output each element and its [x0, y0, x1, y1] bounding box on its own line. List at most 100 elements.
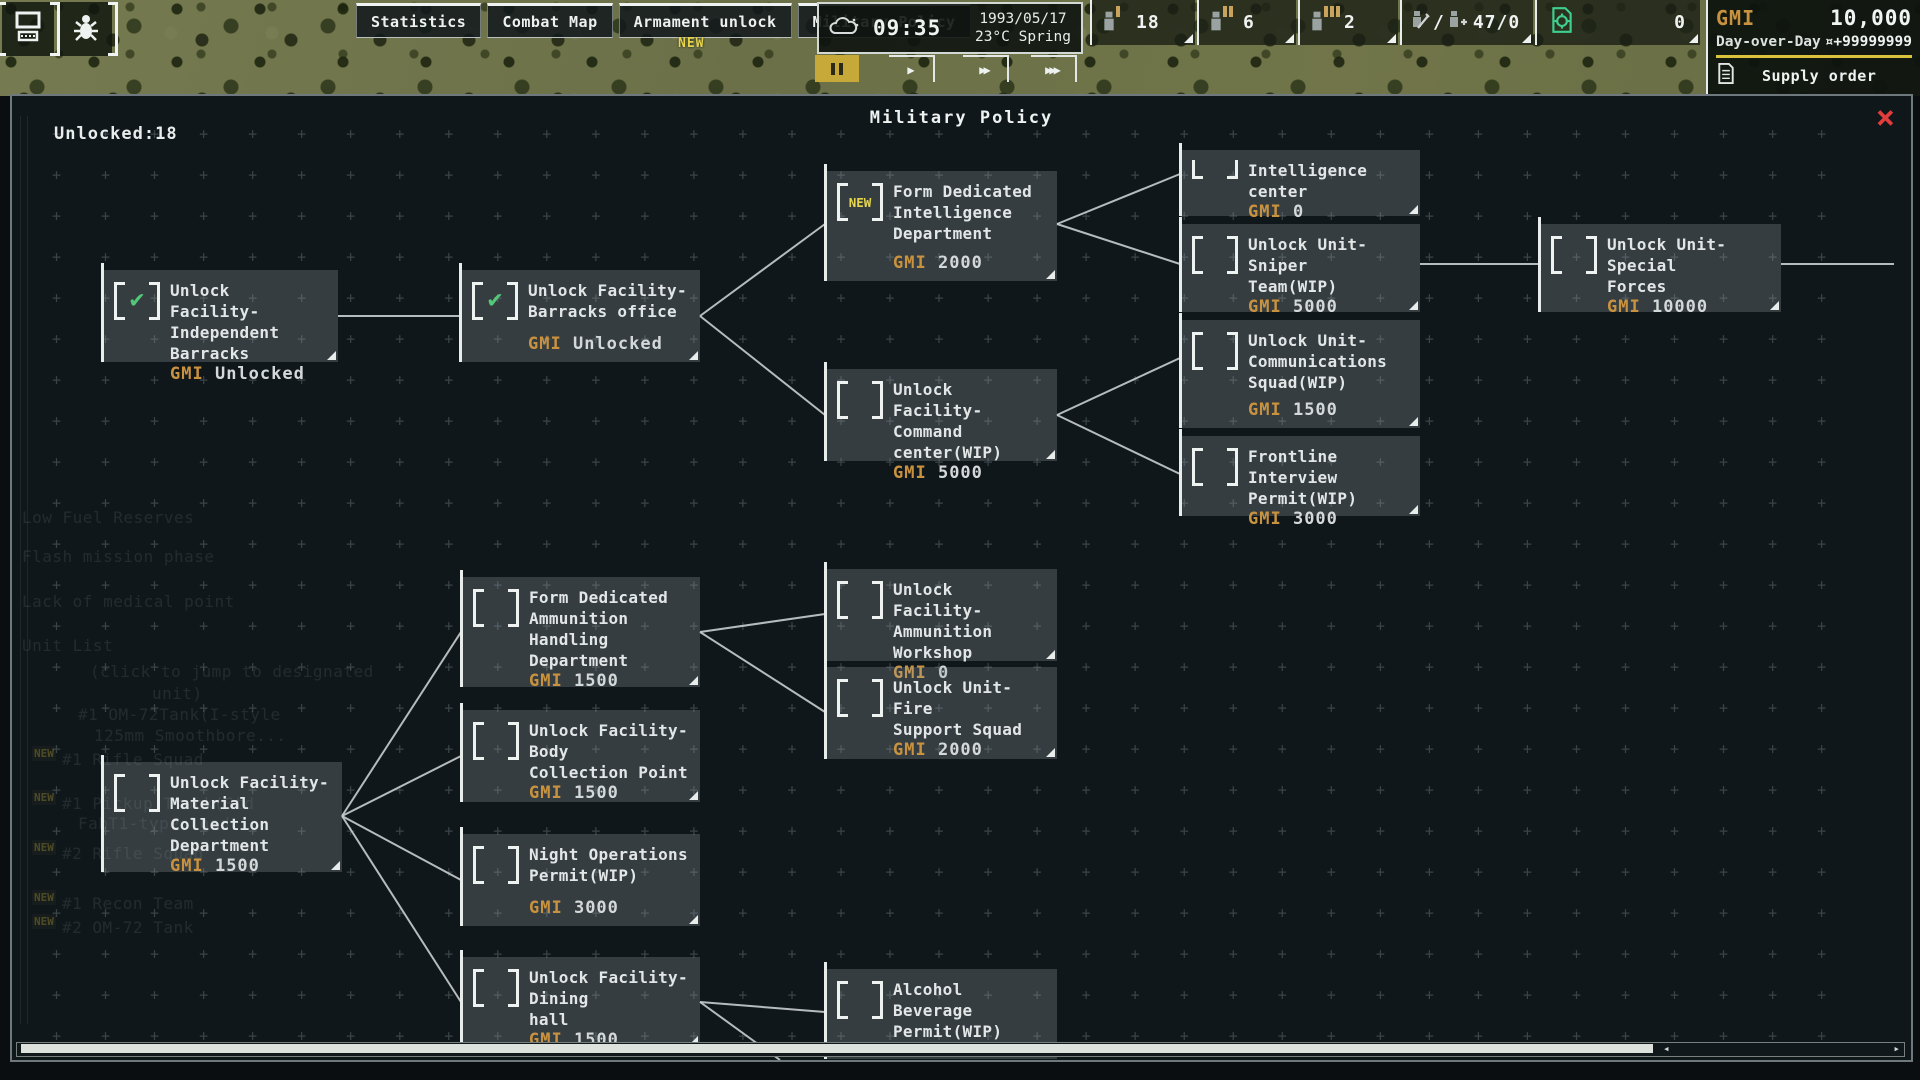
policy-node-independent-barracks[interactable]: ✔Unlock Facility- Independent BarracksGM…: [102, 270, 338, 362]
node-title: Form Dedicated Intelligence Department: [893, 181, 1047, 244]
scrollbar-thumb[interactable]: [21, 1044, 1653, 1053]
soldier-tier3-icon: [1310, 10, 1336, 36]
rifle-soldier-icon: [1410, 8, 1430, 37]
tab-statistics[interactable]: Statistics: [356, 3, 481, 38]
counter-weapons-ratio[interactable]: / 47/0: [1400, 0, 1533, 45]
node-title: Unlock Unit-Sniper Team(WIP): [1248, 234, 1410, 297]
policy-node-intelligence-center[interactable]: Intelligence centerGMI 0: [1180, 150, 1420, 216]
node-title: Unlock Unit-Special Forces: [1607, 234, 1771, 297]
node-cost: GMI 1500: [529, 783, 690, 803]
cost-value: 3000: [1282, 509, 1338, 529]
fastest-forward-button[interactable]: ▶▶▶: [1031, 55, 1077, 82]
ghost-text: Lack of medical point: [22, 592, 235, 611]
ghost-new-chip: NEW: [32, 914, 56, 929]
horizontal-scrollbar[interactable]: ◂ ▸: [16, 1042, 1905, 1057]
policy-node-communications-squad[interactable]: Unlock Unit- Communications Squad(WIP)GM…: [1180, 320, 1420, 428]
debug-bug-button[interactable]: [60, 2, 112, 56]
ghost-sidebar-line: [20, 116, 28, 1024]
cost-value: 3000: [563, 898, 619, 918]
policy-node-command-center[interactable]: Unlock Facility- Command center(WIP)GMI …: [825, 369, 1057, 461]
tab-armament-unlock[interactable]: Armament unlock: [619, 3, 792, 38]
node-title: Unlock Facility-Dining hall: [529, 967, 690, 1030]
node-checkbox: [1192, 160, 1238, 178]
computer-icon: [12, 10, 44, 48]
soldier-tier1-icon: [1102, 10, 1128, 36]
cost-label: GMI: [1248, 297, 1282, 317]
tab-combat-map[interactable]: Combat Map: [487, 3, 612, 38]
new-badge: NEW: [678, 36, 704, 51]
counter-tier2-personnel[interactable]: 6: [1197, 0, 1296, 45]
node-checkbox: [1192, 448, 1238, 486]
node-checkbox: NEW: [837, 183, 883, 221]
cost-value: 1500: [563, 783, 619, 803]
resize-corner: [331, 861, 340, 870]
bug-icon: [71, 10, 101, 48]
node-title: Unlock Unit-Fire Support Squad: [893, 677, 1047, 740]
cost-value: 5000: [1282, 297, 1338, 317]
close-button[interactable]: ×: [1876, 102, 1895, 132]
policy-node-body-collection-point[interactable]: Unlock Facility-Body Collection PointGMI…: [461, 710, 700, 802]
gmi-resource-panel: GMI 10,000 Day-over-Day ¤+99999999 Suppl…: [1706, 0, 1920, 96]
node-cost: GMI Unlocked: [170, 364, 328, 384]
cost-value: 10000: [1641, 297, 1708, 317]
scroll-left-arrow[interactable]: ◂: [1663, 1042, 1670, 1056]
node-title: Unlock Facility- Material Collection Dep…: [170, 772, 332, 856]
resize-corner: [1409, 417, 1418, 426]
policy-node-ammunition-workshop[interactable]: Unlock Facility- Ammunition WorkshopGMI …: [825, 569, 1057, 661]
cost-label: GMI: [1248, 509, 1282, 529]
ghost-text: #1 OM-72Tank(I-style: [78, 705, 281, 724]
resize-corner: [1046, 270, 1055, 279]
node-checkbox: [1192, 332, 1238, 370]
play-button[interactable]: ▶: [889, 55, 935, 82]
node-title: Intelligence center: [1248, 160, 1410, 202]
cost-label: GMI: [528, 334, 562, 354]
ghost-new-chip: NEW: [32, 746, 56, 761]
check-icon: ✔: [125, 289, 149, 309]
node-title: Alcohol Beverage Permit(WIP): [893, 979, 1047, 1042]
counter-tier1-personnel[interactable]: 18: [1090, 0, 1195, 45]
resize-corner: [1409, 301, 1418, 310]
counter-value: 18: [1136, 12, 1160, 33]
supply-order-button[interactable]: Supply order: [1716, 62, 1912, 89]
panel-title: Military Policy: [12, 108, 1911, 128]
ghost-text: (click to jump to designated: [90, 662, 374, 681]
clock-time: 09:35: [873, 16, 941, 40]
day-over-day-value: ¤+99999999: [1825, 34, 1912, 50]
base-computer-button[interactable]: [2, 2, 54, 56]
policy-node-barracks-office[interactable]: ✔Unlock Facility- Barracks officeGMI Unl…: [460, 270, 700, 362]
policy-node-fire-support-squad[interactable]: Unlock Unit-Fire Support SquadGMI 2000: [825, 667, 1057, 759]
node-checkbox: [114, 774, 160, 812]
speed-controls: ▶ ▶▶ ▶▶▶: [815, 55, 1077, 82]
cost-label: GMI: [893, 253, 927, 273]
policy-node-sniper-team[interactable]: Unlock Unit-Sniper Team(WIP)GMI 5000: [1180, 224, 1420, 312]
pause-button[interactable]: [815, 55, 859, 82]
fastest-forward-icon: ▶▶▶: [1045, 63, 1061, 77]
policy-node-dining-hall[interactable]: Unlock Facility-Dining hallGMI 1500: [461, 957, 700, 1047]
cost-value: 1500: [563, 671, 619, 691]
counter-intel-reports[interactable]: 0: [1535, 0, 1700, 45]
soldier-tier2-icon: [1209, 10, 1235, 36]
node-cost: GMI 2000: [893, 253, 1047, 273]
policy-node-night-operations[interactable]: Night Operations Permit(WIP)GMI 3000: [461, 834, 700, 926]
ghost-text: Unit List: [22, 636, 113, 655]
node-checkbox: [473, 969, 519, 1007]
node-title: Unlock Facility- Ammunition Workshop: [893, 579, 1047, 663]
policy-node-frontline-interview[interactable]: Frontline Interview Permit(WIP)GMI 3000: [1180, 436, 1420, 516]
military-policy-panel: +++++++++++++++++++++++++++++++++++++ ++…: [10, 94, 1913, 1062]
node-title: Unlock Facility- Command center(WIP): [893, 379, 1047, 463]
policy-node-ammunition-handling[interactable]: Form Dedicated Ammunition Handling Depar…: [461, 577, 700, 687]
counter-value: 2: [1344, 12, 1356, 33]
policy-node-special-forces[interactable]: Unlock Unit-Special ForcesGMI 10000: [1539, 224, 1781, 312]
node-title: Unlock Facility-Body Collection Point: [529, 720, 690, 783]
date-season-block: 1993/05/17 23°C Spring: [975, 10, 1071, 46]
fast-forward-button[interactable]: ▶▶: [963, 55, 1009, 82]
counter-tier3-personnel[interactable]: 2: [1298, 0, 1398, 45]
counter-value: 47/0: [1473, 12, 1520, 33]
policy-node-intelligence-department[interactable]: NEW Form Dedicated Intelligence Departmen…: [825, 171, 1057, 281]
node-cost: GMI Unlocked: [528, 334, 690, 354]
fast-forward-icon: ▶▶: [979, 63, 990, 77]
bracket-decor: [0, 2, 6, 56]
policy-node-material-collection[interactable]: Unlock Facility- Material Collection Dep…: [102, 762, 342, 872]
scroll-right-arrow[interactable]: ▸: [1893, 1042, 1900, 1056]
cost-label: GMI: [1248, 202, 1282, 222]
